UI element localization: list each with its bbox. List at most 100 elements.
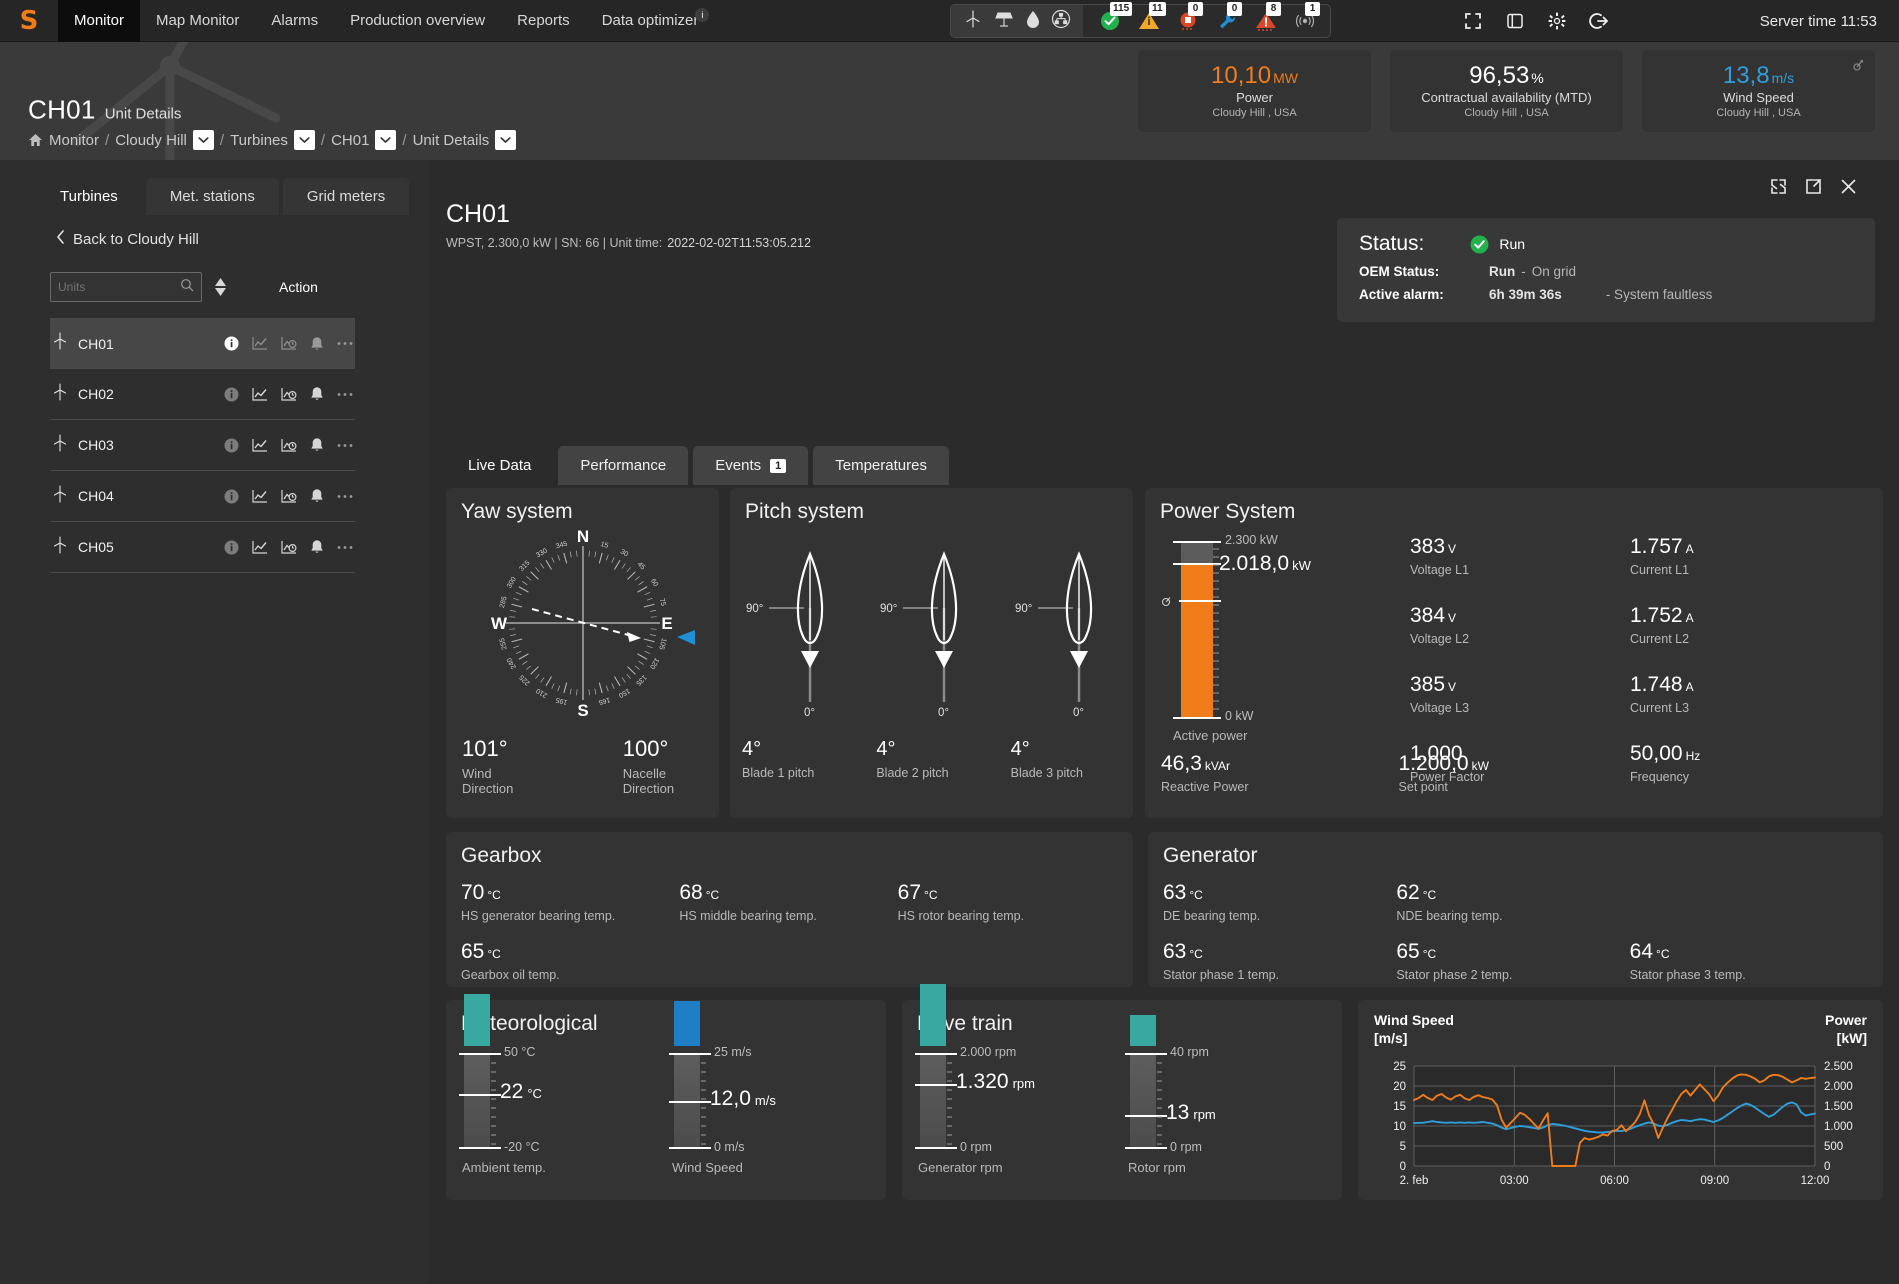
breadcrumb-dropdown-unit-details[interactable] bbox=[495, 130, 517, 150]
expand-icon[interactable] bbox=[1770, 178, 1787, 200]
tab-temperatures[interactable]: Temperatures bbox=[813, 446, 949, 485]
metric-unit: V bbox=[1448, 611, 1457, 625]
more-icon[interactable] bbox=[337, 494, 353, 499]
solar-panel-icon[interactable] bbox=[993, 9, 1015, 34]
breadcrumb-dropdown-turbines[interactable] bbox=[293, 130, 315, 150]
wind-turbine-icon[interactable] bbox=[963, 9, 983, 34]
info-icon[interactable] bbox=[224, 387, 239, 402]
popout-icon[interactable] bbox=[1805, 178, 1822, 200]
info-icon[interactable] bbox=[224, 336, 239, 351]
close-icon[interactable] bbox=[1840, 178, 1857, 200]
breadcrumb-item-monitor[interactable]: Monitor bbox=[49, 132, 99, 149]
chart-line-icon[interactable] bbox=[252, 438, 268, 453]
chart-clock-icon[interactable] bbox=[281, 387, 297, 402]
search-box[interactable] bbox=[50, 272, 202, 302]
kpi-power-label: Power bbox=[1236, 89, 1273, 105]
chart-line-icon[interactable] bbox=[252, 336, 268, 351]
sidebar-tab-grid-meters[interactable]: Grid meters bbox=[282, 178, 410, 215]
info-icon[interactable] bbox=[224, 540, 239, 555]
more-icon[interactable] bbox=[337, 341, 353, 346]
kpi-cards: 10,10 MW Power Cloudy Hill , USA 96,53% C… bbox=[1138, 50, 1875, 132]
more-icon[interactable] bbox=[337, 443, 353, 448]
logout-icon[interactable] bbox=[1589, 11, 1609, 31]
gauge-fill bbox=[920, 984, 946, 1046]
ok-counter[interactable]: 115 bbox=[1099, 2, 1133, 32]
nav-item-alarms[interactable]: Alarms bbox=[255, 0, 334, 42]
gear-icon[interactable] bbox=[1547, 11, 1567, 31]
nav-item-data-optimizer[interactable]: Data optimizer i bbox=[586, 0, 726, 42]
chart-line-icon[interactable] bbox=[252, 489, 268, 504]
info-icon[interactable] bbox=[224, 438, 239, 453]
info-icon[interactable] bbox=[224, 489, 239, 504]
status-panel: Status: Run OEM Status: Run - On grid Ac… bbox=[1337, 218, 1875, 322]
more-icon[interactable] bbox=[337, 545, 353, 550]
breadcrumb-item-turbines[interactable]: Turbines bbox=[230, 132, 288, 149]
chart-line-icon[interactable] bbox=[252, 387, 268, 402]
nav-item-monitor[interactable]: Monitor bbox=[58, 0, 141, 42]
warning-counter[interactable]: 11 bbox=[1138, 2, 1166, 32]
kpi-card-power[interactable]: 10,10 MW Power Cloudy Hill , USA bbox=[1138, 50, 1371, 132]
breadcrumb-dropdown-cloudy-hill[interactable] bbox=[192, 130, 214, 150]
nav-item-production-overview[interactable]: Production overview bbox=[334, 0, 501, 42]
tab-label: Grid meters bbox=[306, 188, 386, 205]
sidebar-tab-met-stations[interactable]: Met. stations bbox=[145, 178, 279, 215]
panel-icon[interactable] bbox=[1505, 11, 1525, 31]
kpi-card-availability[interactable]: 96,53% Contractual availability (MTD) Cl… bbox=[1390, 50, 1623, 132]
tab-performance[interactable]: Performance bbox=[558, 446, 689, 485]
power-metric-grid: 383 V Voltage L1 1.757 A Current L1 384 V Volt… bbox=[1410, 536, 1850, 784]
breadcrumb-item-cloudy-hill[interactable]: Cloudy Hill bbox=[115, 132, 187, 149]
time-series-chart[interactable]: 0 0 5 500 10 1.000 15 1.500 20 2.000 25 2.500 2. feb… bbox=[1358, 1000, 1883, 1200]
chart-y2tick-label: 2.000 bbox=[1824, 1081, 1853, 1093]
gauge-ticks bbox=[947, 1062, 952, 1145]
unit-name: CH02 bbox=[78, 386, 114, 402]
bell-icon[interactable] bbox=[310, 336, 324, 352]
bell-icon[interactable] bbox=[310, 386, 324, 402]
maintenance-counter[interactable]: 0 bbox=[1216, 2, 1242, 32]
kpi-card-wind-speed[interactable]: 13,8 m/s Wind Speed Cloudy Hill , USA bbox=[1642, 50, 1875, 132]
more-icon[interactable] bbox=[337, 392, 353, 397]
bell-icon[interactable] bbox=[310, 488, 324, 504]
tab-live-data[interactable]: Live Data bbox=[446, 446, 554, 485]
water-drop-icon[interactable] bbox=[1025, 9, 1041, 34]
fault-counter[interactable]: 8 bbox=[1255, 2, 1281, 32]
list-item-ch03[interactable]: CH03 bbox=[50, 420, 355, 471]
bell-icon[interactable] bbox=[310, 539, 324, 555]
breadcrumb-dropdown-ch01[interactable] bbox=[375, 130, 397, 150]
card-gearbox: Gearbox 70 °C HS generator bearing temp. 6… bbox=[446, 832, 1133, 987]
back-to-site-link[interactable]: Back to Cloudy Hill bbox=[56, 230, 199, 248]
gauge-caption: Ambient temp. bbox=[462, 1160, 546, 1175]
fullscreen-icon[interactable] bbox=[1463, 11, 1483, 31]
chart-clock-icon[interactable] bbox=[281, 540, 297, 555]
list-item-ch05[interactable]: CH05 bbox=[50, 522, 355, 573]
communication-counter[interactable]: 1 bbox=[1294, 2, 1320, 32]
gauge-track bbox=[1130, 1054, 1156, 1148]
wind-vane-icon[interactable] bbox=[1849, 58, 1865, 79]
home-icon[interactable] bbox=[28, 133, 43, 147]
alarm-counter-group: 115 11 0 0 8 1 bbox=[1083, 2, 1330, 37]
chart-clock-icon[interactable] bbox=[281, 336, 297, 351]
unit-name: CH04 bbox=[78, 488, 114, 504]
sort-toggle[interactable] bbox=[214, 278, 227, 296]
tab-events[interactable]: Events 1 bbox=[693, 446, 809, 485]
grid-network-icon[interactable] bbox=[1051, 9, 1071, 34]
stop-counter[interactable]: 0 bbox=[1177, 2, 1203, 32]
chart-clock-icon[interactable] bbox=[281, 438, 297, 453]
nav-item-reports[interactable]: Reports bbox=[501, 0, 586, 42]
bell-icon[interactable] bbox=[310, 437, 324, 453]
breadcrumb-item-ch01[interactable]: CH01 bbox=[331, 132, 369, 149]
list-item-ch04[interactable]: CH04 bbox=[50, 471, 355, 522]
card-yaw-system: Yaw system 15 30 45 60 75 105 120 135 150 165 195 2… bbox=[446, 488, 719, 818]
search-input[interactable] bbox=[58, 280, 176, 294]
app-logo[interactable]: S bbox=[0, 0, 58, 42]
chart-clock-icon[interactable] bbox=[281, 489, 297, 504]
nav-item-map-monitor[interactable]: Map Monitor bbox=[140, 0, 255, 42]
list-item-ch02[interactable]: CH02 bbox=[50, 369, 355, 420]
list-item-ch01[interactable]: CH01 bbox=[50, 318, 355, 369]
metric-frequency: 50,00 Hz Frequency bbox=[1630, 743, 1850, 784]
wind-turbine-icon bbox=[52, 484, 68, 508]
breadcrumb-item-unit-details[interactable]: Unit Details bbox=[413, 132, 490, 149]
search-icon[interactable] bbox=[180, 278, 194, 297]
sidebar-tab-turbines[interactable]: Turbines bbox=[36, 178, 142, 215]
chart-line-icon[interactable] bbox=[252, 540, 268, 555]
gauge-value-unit: rpm bbox=[1012, 1076, 1035, 1091]
